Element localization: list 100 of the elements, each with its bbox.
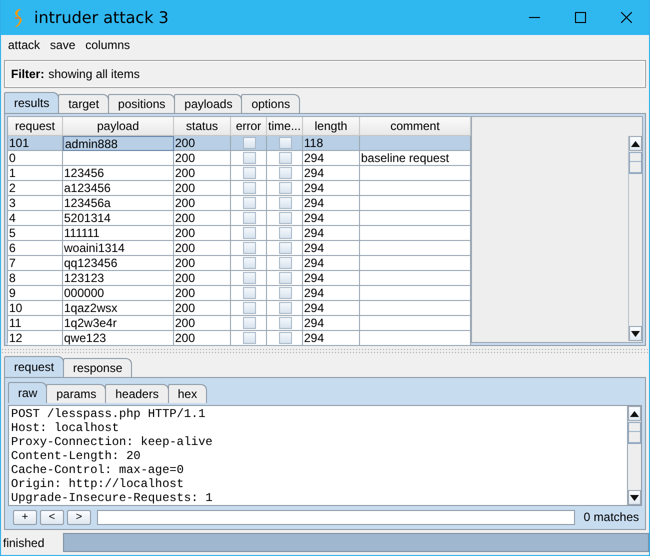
- table-cell: 294: [303, 286, 360, 301]
- checkbox[interactable]: [242, 152, 256, 164]
- menu-item[interactable]: save: [45, 38, 80, 52]
- checkbox[interactable]: [242, 167, 256, 179]
- table-cell: 200: [174, 136, 231, 151]
- table-cell: 7: [8, 256, 63, 271]
- tab[interactable]: raw: [8, 382, 48, 403]
- text-editor[interactable]: POST /lesspass.php HTTP/1.1 Host: localhost Proxy-Connection: keep-alive Content-Length: 20 Cache-Control: max-age=0 Origin: http://localhost Upgrade-Insecure-Requests: 1: [8, 405, 642, 506]
- down-arrow-icon[interactable]: [631, 330, 640, 336]
- request-line: Proxy-Connection: keep-alive: [11, 435, 214, 449]
- scrollbar[interactable]: [627, 406, 641, 506]
- close-icon[interactable]: [620, 12, 632, 23]
- checkbox[interactable]: [242, 302, 256, 314]
- scroll-thumb[interactable]: [628, 422, 641, 444]
- table-cell: 1qaz2wsx: [63, 301, 174, 316]
- table-cell: 200: [174, 181, 231, 196]
- tab[interactable]: hex: [168, 384, 208, 403]
- table-cell: 200: [174, 331, 231, 346]
- table-cell: 294: [303, 271, 360, 286]
- table-cell: 200: [174, 271, 231, 286]
- column-header[interactable]: status: [174, 117, 231, 136]
- checkbox[interactable]: [278, 197, 292, 209]
- table-cell: 200: [174, 316, 231, 331]
- column-header[interactable]: payload: [63, 117, 174, 136]
- scrollbar[interactable]: [628, 136, 642, 341]
- request-line: Content-Length: 20: [11, 449, 142, 463]
- search-nav-button[interactable]: +: [13, 510, 37, 525]
- filter-text: showing all items: [48, 67, 140, 81]
- request-line: POST /lesspass.php HTTP/1.1: [11, 407, 206, 421]
- checkbox[interactable]: [278, 137, 292, 149]
- table-cell: 294: [303, 196, 360, 211]
- table-cell: 8: [8, 271, 63, 286]
- checkbox[interactable]: [242, 212, 256, 224]
- tab[interactable]: positions: [108, 94, 176, 113]
- request-line: Upgrade-Insecure-Requests: 1: [11, 491, 214, 505]
- checkbox[interactable]: [242, 287, 256, 299]
- table-cell: 294: [303, 226, 360, 241]
- checkbox[interactable]: [242, 137, 256, 149]
- table-cell: woaini1314: [63, 241, 174, 256]
- tab[interactable]: results: [4, 92, 60, 113]
- tab[interactable]: target: [58, 94, 110, 113]
- filter-bar[interactable]: Filter: showing all items: [4, 60, 646, 88]
- checkbox[interactable]: [242, 317, 256, 329]
- checkbox[interactable]: [278, 152, 292, 164]
- checkbox[interactable]: [278, 242, 292, 254]
- checkbox[interactable]: [242, 242, 256, 254]
- checkbox[interactable]: [242, 272, 256, 284]
- column-header[interactable]: request: [8, 117, 63, 136]
- tab[interactable]: response: [63, 358, 132, 377]
- search-nav-button[interactable]: >: [67, 510, 91, 525]
- tab[interactable]: options: [241, 94, 300, 113]
- tab[interactable]: payloads: [174, 94, 242, 113]
- up-arrow-icon[interactable]: [631, 140, 640, 146]
- table-cell: 123123: [63, 271, 174, 286]
- table-cell: 6: [8, 241, 63, 256]
- table-cell: 123456: [63, 166, 174, 181]
- tab[interactable]: headers: [105, 384, 169, 403]
- split-handle[interactable]: [1, 348, 649, 354]
- tab[interactable]: request: [4, 356, 64, 377]
- search-field[interactable]: [97, 510, 575, 525]
- column-header[interactable]: time...: [267, 117, 303, 136]
- table-cell: 1: [8, 166, 63, 181]
- table-cell: 200: [174, 196, 231, 211]
- table-cell: 294: [303, 166, 360, 181]
- table-cell: 294: [303, 256, 360, 271]
- up-arrow-icon[interactable]: [630, 410, 639, 416]
- table-cell: admin888: [63, 136, 174, 151]
- menu-item[interactable]: attack: [3, 38, 46, 52]
- search-nav-button[interactable]: <: [40, 510, 64, 525]
- table-cell: baseline request: [360, 151, 471, 166]
- checkbox[interactable]: [278, 317, 292, 329]
- request-line: Host: localhost: [11, 421, 120, 435]
- checkbox[interactable]: [278, 167, 292, 179]
- checkbox[interactable]: [278, 332, 292, 344]
- checkbox[interactable]: [242, 197, 256, 209]
- menu-item[interactable]: columns: [80, 38, 136, 52]
- tab[interactable]: params: [46, 384, 106, 403]
- checkbox[interactable]: [278, 302, 292, 314]
- column-header[interactable]: error: [231, 117, 267, 136]
- window-title: intruder attack 3: [34, 8, 169, 27]
- checkbox[interactable]: [278, 272, 292, 284]
- table-cell: 294: [303, 241, 360, 256]
- match-count: 0 matches: [582, 510, 640, 524]
- checkbox[interactable]: [242, 332, 256, 344]
- checkbox[interactable]: [242, 257, 256, 269]
- checkbox[interactable]: [278, 227, 292, 239]
- checkbox[interactable]: [278, 182, 292, 194]
- scroll-thumb[interactable]: [629, 152, 642, 174]
- table-cell: 000000: [63, 286, 174, 301]
- table-cell: 111111: [63, 226, 174, 241]
- checkbox[interactable]: [278, 287, 292, 299]
- checkbox[interactable]: [242, 182, 256, 194]
- down-arrow-icon[interactable]: [630, 494, 639, 501]
- checkbox[interactable]: [242, 227, 256, 239]
- checkbox[interactable]: [278, 212, 292, 224]
- column-header[interactable]: comment: [360, 117, 471, 136]
- checkbox[interactable]: [278, 257, 292, 269]
- column-header[interactable]: length: [303, 117, 360, 136]
- table-cell: 123456a: [63, 196, 174, 211]
- maximize-icon[interactable]: [574, 12, 586, 23]
